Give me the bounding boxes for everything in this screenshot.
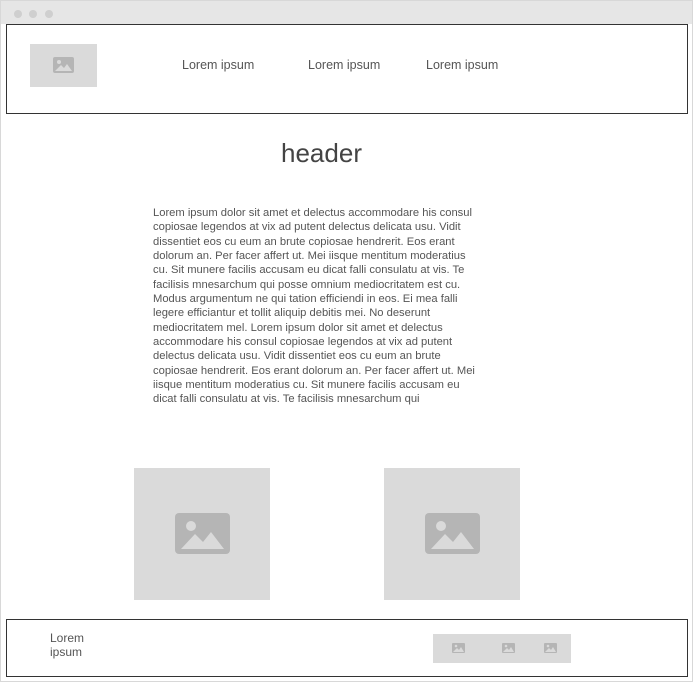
image-placeholder-icon xyxy=(53,57,74,73)
nav-link-1[interactable]: Lorem ipsum xyxy=(182,58,254,72)
image-placeholder-right xyxy=(384,468,520,600)
maximize-dot-icon[interactable] xyxy=(45,10,53,18)
close-dot-icon[interactable] xyxy=(14,10,22,18)
window-titlebar xyxy=(1,1,692,24)
nav-link-2[interactable]: Lorem ipsum xyxy=(308,58,380,72)
social-icon-3[interactable] xyxy=(544,643,557,653)
social-icon-2[interactable] xyxy=(502,643,515,653)
nav-link-3[interactable]: Lorem ipsum xyxy=(426,58,498,72)
image-placeholder-icon xyxy=(425,513,480,554)
social-icons-strip xyxy=(433,634,571,663)
image-placeholder-icon xyxy=(175,513,230,554)
page-title: header xyxy=(281,138,362,168)
social-icon-1[interactable] xyxy=(452,643,465,653)
image-placeholder-left xyxy=(134,468,270,600)
footer: Lorem ipsum xyxy=(6,619,688,677)
minimize-dot-icon[interactable] xyxy=(29,10,37,18)
body-paragraph: Lorem ipsum dolor sit amet et delectus a… xyxy=(153,207,475,406)
footer-text: Lorem ipsum xyxy=(50,631,85,659)
logo-placeholder[interactable] xyxy=(30,44,97,87)
top-navigation: Lorem ipsum Lorem ipsum Lorem ipsum xyxy=(6,24,688,114)
